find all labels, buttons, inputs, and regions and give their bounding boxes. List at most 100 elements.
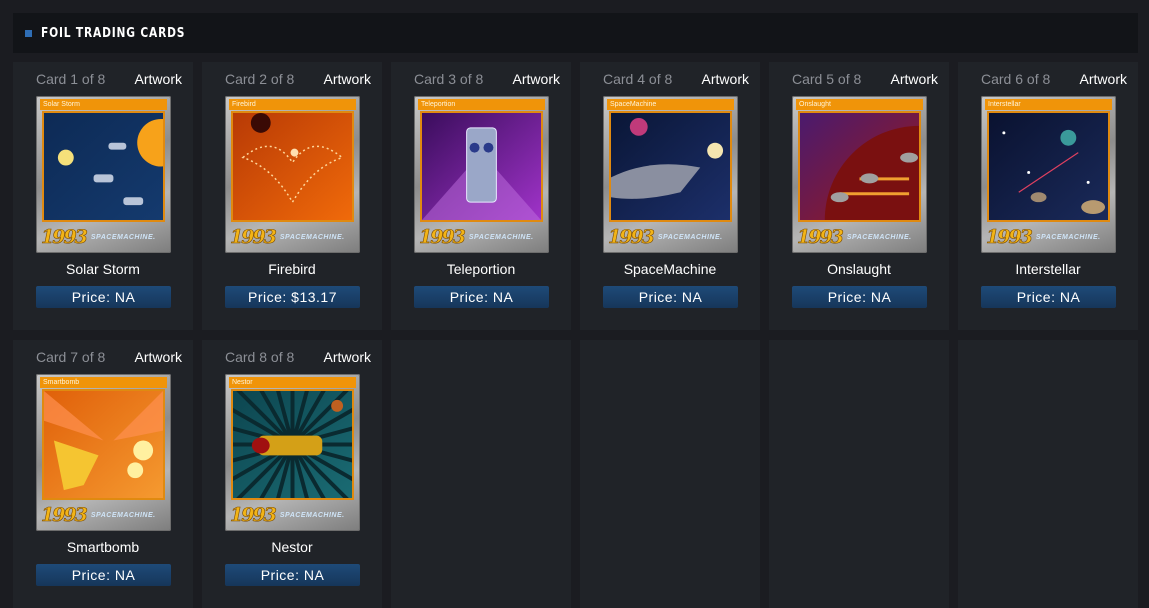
card-title-bar: Teleportion — [418, 99, 545, 110]
card-artwork — [231, 389, 354, 500]
artwork-link[interactable]: Artwork — [135, 349, 182, 365]
logo-brand: SPACEMACHINE. — [657, 233, 723, 241]
card-artwork-graphic — [422, 113, 541, 220]
card-slot: Card 8 of 8 Artwork Nestor 1993 SPACEMAC… — [202, 340, 382, 608]
logo-brand: SPACEMACHINE. — [1035, 233, 1101, 241]
price-button[interactable]: Price: NA — [36, 286, 171, 308]
card-counter: Card 5 of 8 — [792, 71, 862, 87]
section-header: FOIL TRADING CARDS — [13, 13, 1138, 53]
card-slot: Card 1 of 8 Artwork Solar Storm 1993 SPA… — [13, 62, 193, 330]
card-slot: Card 4 of 8 Artwork SpaceMachine 1993 SP… — [580, 62, 760, 330]
logo-year: 1993 — [230, 226, 277, 249]
game-logo: 1993 SPACEMACHINE. — [797, 225, 922, 249]
card-name: Interstellar — [1015, 261, 1081, 277]
logo-year: 1993 — [41, 226, 88, 249]
logo-brand: SPACEMACHINE. — [279, 511, 345, 519]
trading-card-image[interactable]: Smartbomb 1993 SPACEMACHINE. — [36, 374, 171, 531]
card-title-bar: SpaceMachine — [607, 99, 734, 110]
card-name: Teleportion — [446, 261, 516, 277]
price-button[interactable]: Price: NA — [225, 564, 360, 586]
card-name: SpaceMachine — [623, 261, 717, 277]
artwork-link[interactable]: Artwork — [1080, 71, 1127, 87]
empty-card-slot — [769, 340, 949, 608]
card-artwork — [42, 389, 165, 500]
trading-card-image[interactable]: Interstellar 1993 SPACEMACHINE. — [981, 96, 1116, 253]
price-button[interactable]: Price: $13.17 — [225, 286, 360, 308]
price-button[interactable]: Price: NA — [603, 286, 738, 308]
card-counter: Card 4 of 8 — [603, 71, 673, 87]
card-artwork — [609, 111, 732, 222]
card-artwork-graphic — [233, 391, 352, 498]
card-counter: Card 2 of 8 — [225, 71, 295, 87]
artwork-link[interactable]: Artwork — [513, 71, 560, 87]
card-title-bar: Nestor — [229, 377, 356, 388]
logo-brand: SPACEMACHINE. — [90, 233, 156, 241]
logo-year: 1993 — [797, 226, 844, 249]
empty-card-slot — [580, 340, 760, 608]
trading-card-image[interactable]: Nestor 1993 SPACEMACHINE. — [225, 374, 360, 531]
logo-year: 1993 — [419, 226, 466, 249]
card-slot: Card 3 of 8 Artwork Teleportion 1993 SPA… — [391, 62, 571, 330]
logo-year: 1993 — [608, 226, 655, 249]
empty-card-slot — [958, 340, 1138, 608]
game-logo: 1993 SPACEMACHINE. — [230, 225, 355, 249]
trading-card-image[interactable]: Teleportion 1993 SPACEMACHINE. — [414, 96, 549, 253]
card-slot: Card 5 of 8 Artwork Onslaught 1993 SPACE… — [769, 62, 949, 330]
trading-card-image[interactable]: Firebird 1993 SPACEMACHINE. — [225, 96, 360, 253]
trading-card-image[interactable]: Onslaught 1993 SPACEMACHINE. — [792, 96, 927, 253]
price-button[interactable]: Price: NA — [36, 564, 171, 586]
card-name: Nestor — [271, 539, 313, 555]
price-button[interactable]: Price: NA — [981, 286, 1116, 308]
card-grid: Card 1 of 8 Artwork Solar Storm 1993 SPA… — [13, 62, 1138, 608]
game-logo: 1993 SPACEMACHINE. — [986, 225, 1111, 249]
logo-brand: SPACEMACHINE. — [468, 233, 534, 241]
logo-brand: SPACEMACHINE. — [846, 233, 912, 241]
card-artwork-graphic — [44, 391, 163, 498]
artwork-link[interactable]: Artwork — [135, 71, 182, 87]
artwork-link[interactable]: Artwork — [891, 71, 938, 87]
card-name: Firebird — [268, 261, 316, 277]
price-button[interactable]: Price: NA — [792, 286, 927, 308]
logo-year: 1993 — [986, 226, 1033, 249]
trading-card-image[interactable]: SpaceMachine 1993 SPACEMACHINE. — [603, 96, 738, 253]
game-logo: 1993 SPACEMACHINE. — [41, 503, 166, 527]
logo-brand: SPACEMACHINE. — [90, 511, 156, 519]
artwork-link[interactable]: Artwork — [324, 349, 371, 365]
card-counter: Card 8 of 8 — [225, 349, 295, 365]
card-artwork — [798, 111, 921, 222]
card-artwork — [420, 111, 543, 222]
artwork-link[interactable]: Artwork — [324, 71, 371, 87]
card-counter: Card 1 of 8 — [36, 71, 106, 87]
card-title-bar: Solar Storm — [40, 99, 167, 110]
card-name: Onslaught — [827, 261, 891, 277]
card-artwork — [42, 111, 165, 222]
logo-year: 1993 — [41, 504, 88, 527]
game-logo: 1993 SPACEMACHINE. — [608, 225, 733, 249]
card-slot: Card 7 of 8 Artwork Smartbomb 1993 SPACE… — [13, 340, 193, 608]
card-artwork-graphic — [989, 113, 1108, 220]
card-title-bar: Firebird — [229, 99, 356, 110]
card-name: Smartbomb — [66, 539, 140, 555]
card-artwork-graphic — [800, 113, 919, 220]
trading-card-image[interactable]: Solar Storm 1993 SPACEMACHINE. — [36, 96, 171, 253]
price-button[interactable]: Price: NA — [414, 286, 549, 308]
card-artwork-graphic — [44, 113, 163, 220]
section-title: FOIL TRADING CARDS — [41, 25, 186, 41]
header-bullet-icon — [25, 29, 32, 37]
game-logo: 1993 SPACEMACHINE. — [41, 225, 166, 249]
card-artwork-graphic — [611, 113, 730, 220]
artwork-link[interactable]: Artwork — [702, 71, 749, 87]
logo-year: 1993 — [230, 504, 277, 527]
card-artwork-graphic — [233, 113, 352, 220]
card-slot: Card 6 of 8 Artwork Interstellar 1993 SP… — [958, 62, 1138, 330]
card-counter: Card 3 of 8 — [414, 71, 484, 87]
logo-brand: SPACEMACHINE. — [279, 233, 345, 241]
card-slot: Card 2 of 8 Artwork Firebird 1993 SPACEM… — [202, 62, 382, 330]
card-artwork — [987, 111, 1110, 222]
card-name: Solar Storm — [66, 261, 140, 277]
game-logo: 1993 SPACEMACHINE. — [230, 503, 355, 527]
card-title-bar: Onslaught — [796, 99, 923, 110]
empty-card-slot — [391, 340, 571, 608]
game-logo: 1993 SPACEMACHINE. — [419, 225, 544, 249]
card-title-bar: Smartbomb — [40, 377, 167, 388]
